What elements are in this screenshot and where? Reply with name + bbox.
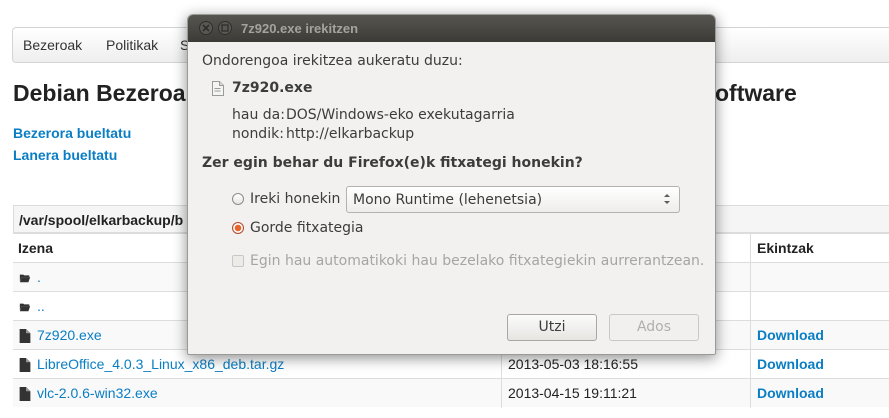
nav-item-bezeroak[interactable]: Bezeroak xyxy=(23,37,82,53)
folder-open-icon xyxy=(19,303,31,312)
folder-open-icon xyxy=(19,274,31,283)
from-value: http://elkarbackup xyxy=(286,126,415,142)
open-with-radio[interactable] xyxy=(232,193,244,205)
back-to-job-link[interactable]: Lanera bueltatu xyxy=(13,147,117,163)
open-with-app-select[interactable]: Mono Runtime (lehenetsia) xyxy=(346,186,680,213)
ok-button[interactable]: Ados xyxy=(609,314,699,341)
auto-action-label[interactable]: Egin hau automatikoki hau bezelako fitxa… xyxy=(250,253,704,269)
back-to-client-link[interactable]: Bezerora bueltatu xyxy=(13,125,131,141)
open-file-dialog: 7z920.exe irekitzen Ondorengoa irekitzea… xyxy=(187,14,716,355)
nav-item-politikak[interactable]: Politikak xyxy=(106,37,158,53)
from-label: nondik: xyxy=(232,126,284,142)
select-arrows-icon xyxy=(664,194,670,204)
download-link[interactable]: Download xyxy=(757,327,824,343)
save-file-label[interactable]: Gorde fitxategia xyxy=(250,220,364,236)
file-link[interactable]: vlc-2.0.6-win32.exe xyxy=(37,385,158,401)
file-link[interactable]: . xyxy=(37,269,41,285)
table-row: vlc-2.0.6-win32.exe 2013-04-15 19:11:21 … xyxy=(13,378,889,408)
file-link[interactable]: LibreOffice_4.0.3_Linux_x86_deb.tar.gz xyxy=(37,356,284,372)
file-link[interactable]: 7z920.exe xyxy=(37,327,102,343)
type-value: DOS/Windows-eko exekutagarria xyxy=(286,107,515,123)
file-icon xyxy=(19,329,31,343)
question-text: Zer egin behar du Firefox(e)k fitxategi … xyxy=(202,155,583,171)
dialog-title: 7z920.exe irekitzen xyxy=(241,21,359,36)
minimize-icon[interactable] xyxy=(218,21,232,35)
column-header-actions: Ekintzak xyxy=(757,240,814,256)
page-title-tail: oftware xyxy=(715,80,797,106)
file-name: 7z920.exe xyxy=(232,80,313,96)
close-icon[interactable] xyxy=(199,21,213,35)
download-link[interactable]: Download xyxy=(757,385,824,401)
save-file-radio[interactable] xyxy=(232,222,244,234)
file-link[interactable]: .. xyxy=(37,298,45,314)
cancel-button[interactable]: Utzi xyxy=(507,314,597,341)
page-title: Debian Bezeroa xyxy=(13,80,186,106)
open-with-app-value: Mono Runtime (lehenetsia) xyxy=(353,192,543,208)
download-link[interactable]: Download xyxy=(757,356,824,372)
open-with-label[interactable]: Ireki honekin xyxy=(250,191,340,207)
dialog-titlebar[interactable]: 7z920.exe irekitzen xyxy=(188,15,715,42)
file-date: 2013-05-03 18:16:55 xyxy=(508,356,638,372)
file-icon xyxy=(19,358,31,372)
file-icon xyxy=(19,387,31,401)
type-label: hau da: xyxy=(232,107,285,123)
intro-text: Ondorengoa irekitzea aukeratu duzu: xyxy=(202,53,463,69)
column-header-name: Izena xyxy=(18,240,54,256)
executable-file-icon xyxy=(212,81,224,96)
path-text: /var/spool/elkarbackup/b xyxy=(19,212,184,228)
file-date: 2013-04-15 19:11:21 xyxy=(508,385,637,401)
auto-action-checkbox[interactable] xyxy=(232,255,244,267)
